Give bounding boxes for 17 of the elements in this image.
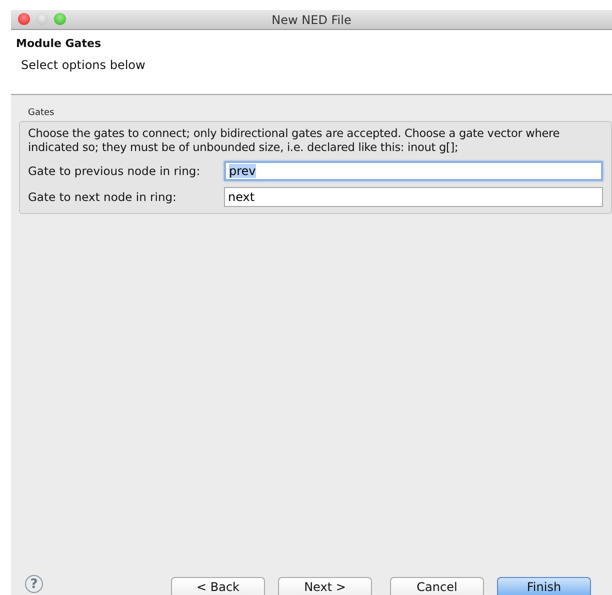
dialog-button[interactable]: Cancel	[390, 577, 484, 595]
dialog-button[interactable]: Next >	[278, 577, 372, 595]
dialog-button[interactable]: Finish	[497, 577, 591, 595]
group-description: Choose the gates to connect; only bidirectional gates are accepted. Choose a gate vector where indicated so; they must be of unbounded size, i.e. declared like this: inout g[];	[28, 127, 561, 155]
minimize-button[interactable]	[36, 13, 48, 25]
dialog-button[interactable]: < Back	[171, 577, 265, 595]
help-button[interactable]: ?	[25, 575, 43, 593]
text-field[interactable]: next	[224, 187, 603, 207]
page-subtitle: Select options below	[20, 58, 146, 72]
window-title: New NED File	[272, 12, 352, 26]
zoom-button[interactable]	[54, 13, 66, 25]
group-title: Gates	[28, 108, 56, 118]
field-label: Gate to previous node in ring:	[28, 164, 202, 178]
close-button[interactable]	[18, 13, 30, 25]
field-label: Gate to next node in ring:	[28, 190, 178, 204]
text-field[interactable]: prev	[224, 161, 603, 181]
page-title: Module Gates	[16, 37, 102, 50]
